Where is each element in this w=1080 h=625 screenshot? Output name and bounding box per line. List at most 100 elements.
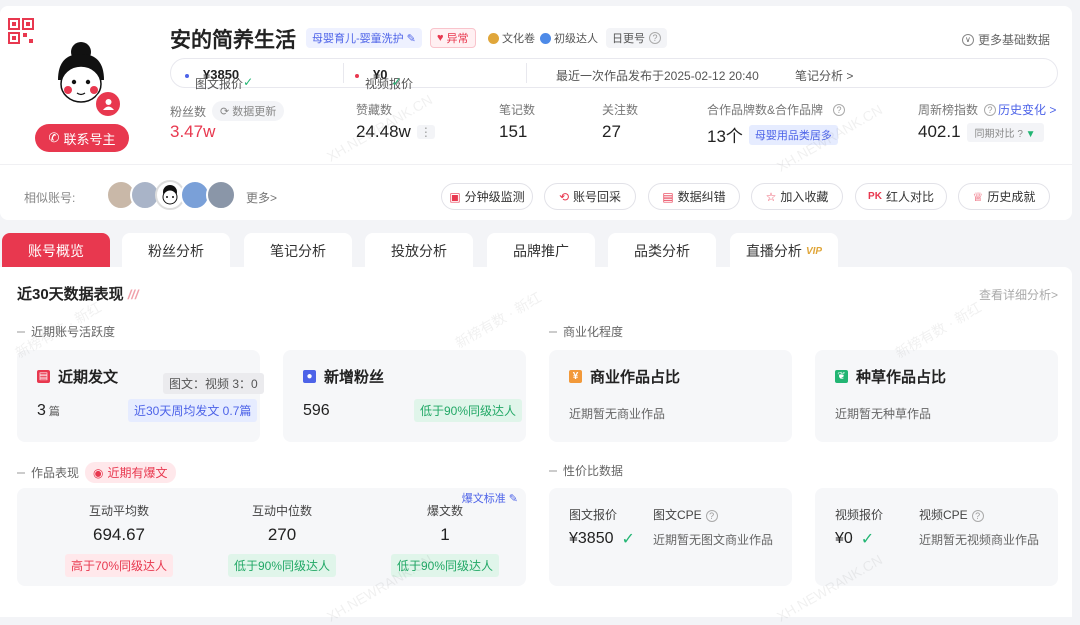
- interaction-median-value: 270: [267, 525, 297, 544]
- tab-bar: 账号概览 粉丝分析 笔记分析 投放分析 品牌推广 品类分析 直播分析 VIP: [0, 233, 1080, 269]
- similar-account-avatar[interactable]: [206, 180, 236, 210]
- qrcode-icon[interactable]: [8, 18, 34, 44]
- section-title: 近30天数据表现///: [17, 283, 139, 304]
- help-icon[interactable]: ?: [984, 103, 997, 116]
- more-basic-data-link[interactable]: ∨ 更多基础数据: [961, 31, 1050, 48]
- video-price-label: 视频报价: [835, 508, 884, 522]
- monitor-icon: ▣: [449, 189, 461, 204]
- badge-level: 初级达人: [534, 28, 604, 48]
- check-icon: ✓: [391, 75, 402, 89]
- hot-post-tag[interactable]: ◉ 近期有爆文: [85, 462, 176, 483]
- image-cpe-block: 图文CPE? 近期暂无图文商业作品: [653, 506, 773, 548]
- data-update-label: 数据更新: [232, 106, 277, 118]
- fans-label-row: 粉丝数 ⟳ 数据更新: [170, 101, 285, 121]
- hot-post-count-label: 爆文数: [426, 504, 463, 518]
- video-price-block: 视频报价 ¥0 ✓: [835, 506, 883, 549]
- decoration-icon: ///: [127, 287, 139, 302]
- recent-post-unit: 篇: [48, 406, 60, 418]
- check-icon: ✓: [860, 531, 875, 548]
- rank-label-row: 周新榜指数? 历史变化 >: [918, 101, 1056, 118]
- data-correction-button[interactable]: ▤ 数据纠错: [648, 183, 740, 210]
- fire-icon: ◉: [93, 465, 104, 480]
- abnormal-tag[interactable]: ♥ 异常: [430, 28, 476, 48]
- minute-monitor-label: 分钟级监测: [464, 190, 525, 204]
- last-post-time: 最近一次作品发布于2025-02-12 20:40: [556, 69, 759, 83]
- new-fans-compare: 低于90%同级达人: [414, 399, 523, 422]
- commercial-empty: 近期暂无商业作品: [569, 407, 666, 421]
- badge-culture: 文化卷: [482, 28, 541, 48]
- minute-monitor-button[interactable]: ▣ 分钟级监测: [441, 183, 533, 210]
- account-recapture-button[interactable]: ⟲ 账号回采: [544, 183, 636, 210]
- new-fans-title: ● 新增粉丝: [303, 366, 384, 387]
- edit-icon: ✎: [406, 32, 416, 45]
- fans-value: 3.47w: [170, 122, 216, 141]
- tab-account-overview[interactable]: 账号概览: [2, 233, 110, 269]
- follow-value: 27: [602, 122, 621, 141]
- rank-compare-label: 同期对比: [974, 128, 1015, 140]
- hot-post-tag-label: 近期有爆文: [107, 466, 168, 480]
- badge-level-label: 初级达人: [554, 33, 598, 45]
- help-icon[interactable]: ?: [649, 32, 661, 44]
- rank-compare[interactable]: 同期对比 ? ▼: [966, 122, 1044, 142]
- video-price-value: ¥0: [835, 530, 853, 547]
- brand-category-tag[interactable]: 母婴用品类居多: [748, 124, 838, 145]
- image-value-card: 图文报价 ¥3850 ✓ 图文CPE? 近期暂无图文商业作品: [549, 488, 792, 586]
- contact-owner-label: 联系号主: [63, 131, 116, 147]
- likes-value-row: 24.48w ⋮: [356, 122, 435, 142]
- rank-history-link[interactable]: 历史变化 >: [998, 101, 1056, 118]
- category-tag[interactable]: 母婴育儿-婴童洗护 ✎: [306, 28, 422, 48]
- tab-live-analysis[interactable]: 直播分析 VIP: [730, 233, 838, 269]
- video-cpe-block: 视频CPE? 近期暂无视频商业作品: [919, 506, 1039, 548]
- yen-icon: ¥: [569, 370, 582, 383]
- activity-label-text: 近期账号活跃度: [31, 325, 116, 339]
- interaction-median-label: 互动中位数: [251, 504, 312, 518]
- rank-value-row: 402.1 同期对比 ? ▼: [918, 122, 1044, 142]
- commercial-ratio-card: ¥ 商业作品占比 近期暂无商业作品: [549, 350, 792, 442]
- video-value-card: 视频报价 ¥0 ✓ 视频CPE? 近期暂无视频商业作品: [815, 488, 1058, 586]
- hot-post-count-value: 1: [440, 525, 450, 544]
- tab-fans-analysis[interactable]: 粉丝分析: [122, 233, 230, 269]
- recent-post-title: ▤ 近期发文: [37, 366, 118, 387]
- help-icon[interactable]: ?: [971, 510, 984, 522]
- interaction-average: 互动平均数 694.67 高于70%同级达人: [39, 502, 199, 577]
- history-achievement-button[interactable]: ♕ 历史成就: [958, 183, 1050, 210]
- more-vertical-icon[interactable]: ⋮: [416, 125, 435, 139]
- add-favorite-button[interactable]: ☆ 加入收藏: [751, 183, 843, 210]
- more-basic-label: 更多基础数据: [977, 33, 1050, 47]
- value-label: 性价比数据: [549, 462, 623, 479]
- document-icon: ▤: [37, 370, 50, 383]
- contact-owner-button[interactable]: ✆ 联系号主: [35, 124, 129, 152]
- interaction-average-compare: 高于70%同级达人: [64, 554, 174, 577]
- overview-panel: 近30天数据表现/// 查看详细分析> 近期账号活跃度 商业化程度 ▤ 近期发文 …: [0, 267, 1072, 617]
- rank-value: 402.1: [918, 122, 961, 141]
- data-correction-label: 数据纠错: [677, 190, 726, 204]
- tab-placement-analysis[interactable]: 投放分析: [365, 233, 473, 269]
- video-price-label: 视频报价: [365, 77, 414, 91]
- performance-card: 爆文标准 ✎ 互动平均数 694.67 高于70%同级达人 互动中位数 270 …: [17, 488, 526, 586]
- likes-label: 赞藏数: [356, 103, 393, 117]
- level-icon: [540, 32, 551, 44]
- abnormal-icon: ♥: [437, 32, 444, 44]
- sprout-icon: ❦: [835, 370, 848, 383]
- tab-notes-analysis[interactable]: 笔记分析: [244, 233, 352, 269]
- post-ratio: 图文：视频 3：0: [163, 373, 264, 394]
- influencer-compare-button[interactable]: PK 红人对比: [855, 183, 947, 210]
- refresh-icon: ⟲: [558, 189, 570, 204]
- help-icon[interactable]: ?: [705, 510, 718, 522]
- image-price-block: 图文报价 ¥3850 ✓: [569, 506, 635, 549]
- interaction-median: 互动中位数 270 低于90%同级达人: [202, 502, 362, 577]
- tab-brand-promotion[interactable]: 品牌推广: [487, 233, 595, 269]
- image-price-label: 图文报价: [195, 77, 244, 91]
- note-analysis-link[interactable]: 笔记分析 >: [795, 67, 853, 84]
- update-frequency-tag: 日更号?: [606, 28, 667, 48]
- user-badge-icon: [94, 90, 122, 118]
- history-achievement-label: 历史成就: [987, 190, 1036, 204]
- view-detail-link[interactable]: 查看详细分析>: [979, 286, 1058, 303]
- data-update-button[interactable]: ⟳ 数据更新: [212, 101, 285, 121]
- video-price: 视频报价 ¥0 ✓: [355, 67, 413, 91]
- video-price-value-row: ¥0 ✓: [835, 529, 883, 549]
- similar-more-link[interactable]: 更多>: [246, 189, 277, 206]
- help-icon[interactable]: ?: [833, 103, 846, 116]
- tab-category-analysis[interactable]: 品类分析: [608, 233, 716, 269]
- interaction-average-label: 互动平均数: [88, 504, 149, 518]
